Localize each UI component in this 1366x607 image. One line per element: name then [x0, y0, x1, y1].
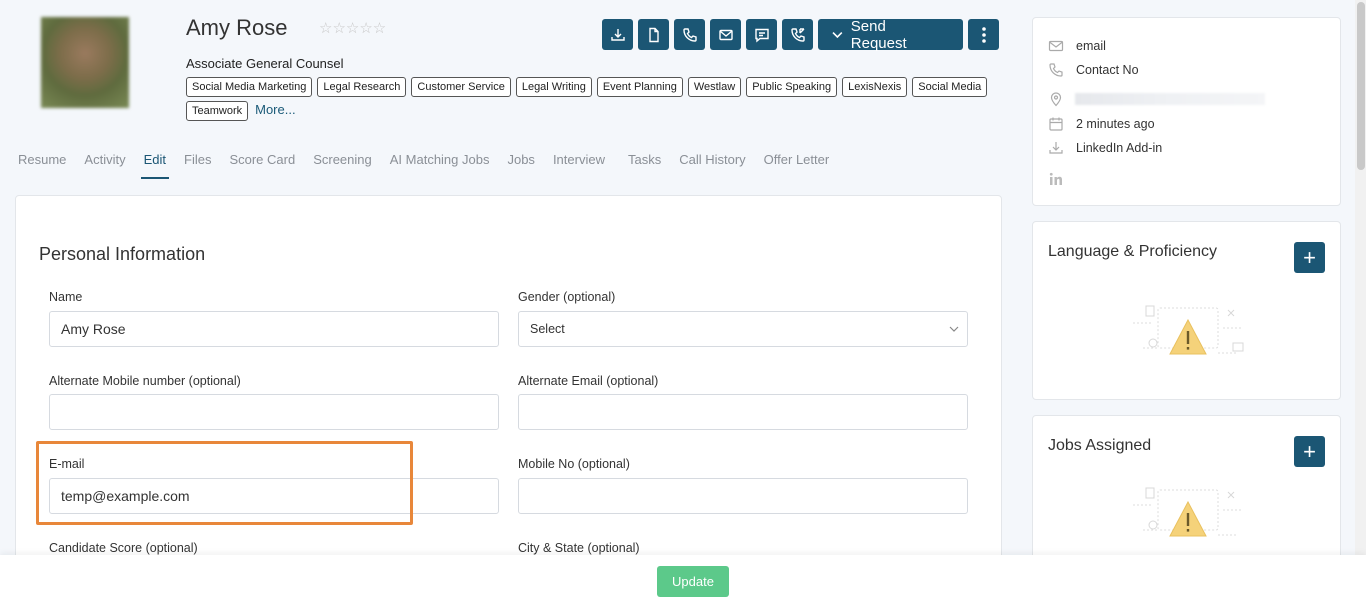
tab-offer-letter[interactable]: Offer Letter — [764, 152, 830, 179]
message-icon — [754, 28, 769, 42]
gender-select[interactable]: Select — [518, 311, 968, 347]
update-button[interactable]: Update — [657, 566, 729, 597]
contact-email-row: email — [1048, 38, 1106, 54]
gender-label: Gender (optional) — [518, 290, 616, 304]
document-icon — [648, 27, 659, 42]
last-updated: 2 minutes ago — [1076, 117, 1155, 131]
profile-tabs: Resume Activity Edit Files Score Card Sc… — [18, 152, 847, 179]
call-log-icon — [790, 27, 805, 42]
section-title: Personal Information — [39, 244, 206, 264]
tab-files[interactable]: Files — [184, 152, 211, 179]
city-state-label: City & State (optional) — [518, 541, 640, 555]
empty-state-warning-icon — [1133, 487, 1243, 537]
send-request-button[interactable]: Send Request — [818, 17, 963, 52]
mail-icon — [718, 29, 733, 40]
contact-updated-row: 2 minutes ago — [1048, 116, 1155, 132]
name-label: Name — [49, 290, 83, 304]
skill-tag: Social Media — [912, 77, 988, 97]
contact-email[interactable]: email — [1076, 39, 1106, 53]
tab-ai-matching-jobs[interactable]: AI Matching Jobs — [390, 152, 490, 179]
redacted-location — [1075, 93, 1265, 105]
chevron-down-icon — [949, 326, 959, 332]
skill-tag: Legal Research — [317, 77, 407, 97]
tab-score-card[interactable]: Score Card — [229, 152, 295, 179]
name-input[interactable]: Amy Rose — [49, 311, 499, 347]
send-request-label: Send Request — [850, 17, 907, 52]
tab-tasks[interactable]: Tasks — [628, 152, 661, 179]
contact-phone-row: Contact No — [1048, 62, 1139, 78]
candidate-name: Amy Rose — [186, 15, 288, 40]
candidate-title: Associate General Counsel — [186, 56, 344, 71]
skill-tag: Social Media Marketing — [186, 77, 313, 97]
tab-resume[interactable]: Resume — [18, 152, 66, 179]
download-icon — [610, 28, 625, 41]
tab-call-history[interactable]: Call History — [679, 152, 745, 179]
more-tags-link[interactable]: More... — [255, 101, 295, 121]
add-language-button[interactable]: + — [1294, 242, 1325, 273]
download-icon — [1049, 142, 1063, 154]
contact-phone[interactable]: Contact No — [1076, 63, 1139, 77]
skill-tags: Social Media Marketing Legal Research Cu… — [186, 77, 1006, 121]
call-log-button[interactable] — [782, 19, 813, 50]
more-options-button[interactable] — [968, 19, 999, 50]
tab-interview[interactable]: Interview — [553, 152, 605, 179]
empty-state-warning-icon — [1133, 305, 1244, 355]
phone-icon — [1049, 63, 1063, 77]
linkedin-addin-link[interactable]: LinkedIn Add-in — [1076, 141, 1162, 155]
linkedin-icon[interactable] — [1048, 171, 1064, 187]
skill-tag: LexisNexis — [842, 77, 908, 97]
mobile-input[interactable] — [518, 478, 968, 514]
location-pin-icon — [1050, 92, 1062, 107]
document-button[interactable] — [638, 19, 669, 50]
skill-tag: Teamwork — [186, 101, 249, 121]
skill-tag: Public Speaking — [746, 77, 838, 97]
chevron-down-icon — [832, 31, 843, 38]
tab-jobs[interactable]: Jobs — [507, 152, 534, 179]
gender-select-value: Select — [530, 322, 565, 336]
download-button[interactable] — [602, 19, 633, 50]
skill-tag: Westlaw — [687, 77, 742, 97]
add-job-button[interactable]: + — [1294, 436, 1325, 467]
skill-tag: Event Planning — [596, 77, 683, 97]
mail-icon — [1048, 40, 1064, 52]
kebab-menu-icon — [981, 26, 986, 43]
plus-icon: + — [1303, 244, 1316, 270]
avatar — [41, 17, 129, 108]
tab-activity[interactable]: Activity — [84, 152, 125, 179]
tab-screening[interactable]: Screening — [313, 152, 372, 179]
alt-mobile-input[interactable] — [49, 394, 499, 430]
language-title: Language & Proficiency — [1048, 243, 1217, 260]
candidate-score-label: Candidate Score (optional) — [49, 541, 198, 555]
call-button[interactable] — [674, 19, 705, 50]
action-toolbar: Send Request — [602, 17, 999, 52]
alt-mobile-label: Alternate Mobile number (optional) — [49, 374, 241, 388]
tab-edit[interactable]: Edit — [140, 152, 169, 179]
skill-tag: Legal Writing — [515, 77, 592, 97]
alt-email-label: Alternate Email (optional) — [518, 374, 659, 388]
skill-tag: Customer Service — [411, 77, 511, 97]
email-highlight-box — [36, 441, 413, 525]
alt-email-input[interactable] — [518, 394, 968, 430]
contact-location-row — [1048, 91, 1265, 107]
linkedin-addin-row: LinkedIn Add-in — [1048, 140, 1162, 156]
mobile-label: Mobile No (optional) — [518, 457, 630, 471]
jobs-assigned-title: Jobs Assigned — [1048, 437, 1152, 454]
page-scrollbar-thumb[interactable] — [1357, 2, 1365, 170]
linkedin-row — [1048, 171, 1076, 187]
phone-icon — [682, 27, 697, 42]
plus-icon: + — [1303, 438, 1316, 464]
calendar-icon — [1049, 117, 1063, 131]
email-button[interactable] — [710, 19, 741, 50]
sms-button[interactable] — [746, 19, 777, 50]
rating-stars[interactable]: ☆☆☆☆☆ — [319, 19, 386, 37]
